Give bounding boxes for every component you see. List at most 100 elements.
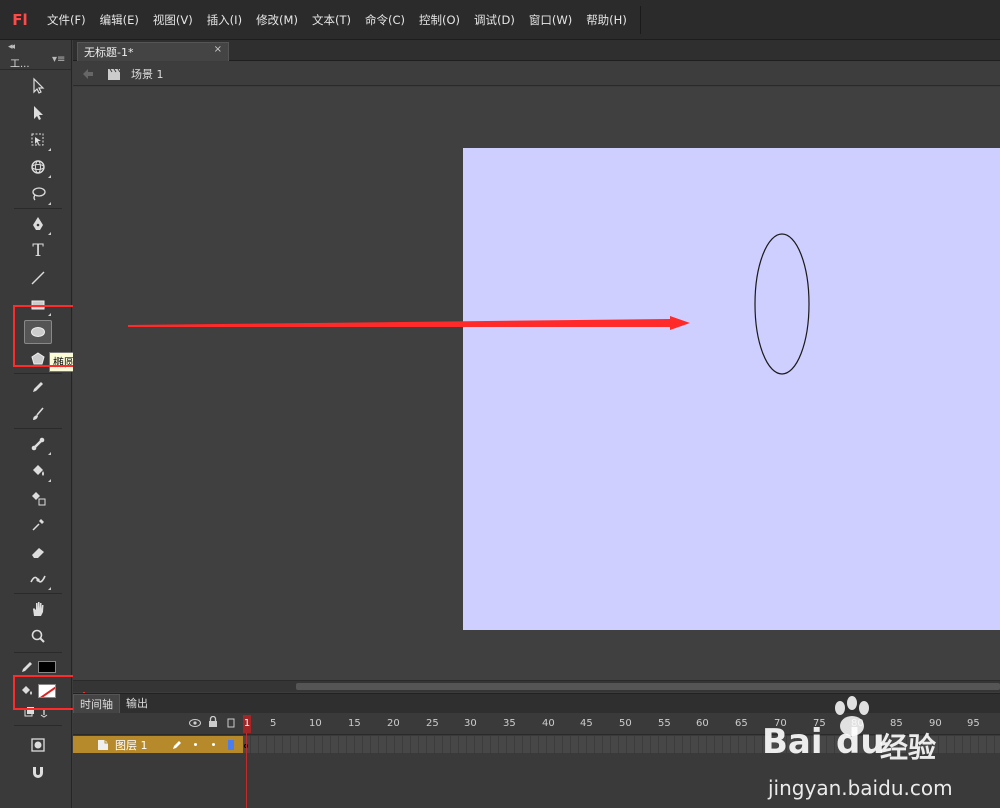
zoom-tool-icon[interactable] [24,624,52,648]
frame-number: 15 [348,718,361,729]
eyedropper-tool-icon[interactable] [24,513,52,537]
stroke-color-swatch[interactable] [38,661,56,673]
layer-outline-color[interactable] [227,739,234,750]
pencil-icon [172,740,181,749]
frame-number: 10 [309,718,322,729]
brush-tool-icon[interactable] [24,402,52,426]
text-tool-icon[interactable]: T [24,239,52,263]
back-arrow-icon[interactable] [81,67,95,81]
frame-number: 55 [658,718,671,729]
tool-separator [14,428,62,429]
rectangle-tool-icon[interactable] [24,293,52,317]
swap-colors-icon[interactable] [24,706,50,718]
subselection-tool-icon[interactable] [24,101,52,125]
close-tab-icon[interactable]: × [214,44,222,55]
collapse-panel-icon[interactable]: ◂◂ [8,42,15,52]
stage-horizontal-scrollbar[interactable] [73,680,1000,692]
stroke-color-icon[interactable] [20,660,34,674]
menu-edit[interactable]: 编辑(E) [93,0,146,40]
frame-number: 60 [696,718,709,729]
paint-bucket-tool-icon[interactable] [24,459,52,483]
menu-bar: Fl 文件(F) 编辑(E) 视图(V) 插入(I) 修改(M) 文本(T) 命… [0,0,1000,40]
visibility-dot[interactable] [193,743,197,746]
frame-number: 35 [503,718,516,729]
outline-icon[interactable] [227,718,235,728]
frame-number: 40 [542,718,555,729]
bone-tool-icon[interactable] [24,432,52,456]
tool-separator [14,208,62,209]
tools-panel: ◂◂ 工... ▾≡ T [0,40,72,808]
menu-debug[interactable]: 调试(D) [467,0,522,40]
fill-color-icon[interactable] [20,683,34,697]
menu-commands[interactable]: 命令(C) [358,0,412,40]
frame-number: 20 [387,718,400,729]
watermark-brand-2: du [836,722,885,762]
oval-tool-icon[interactable] [24,320,52,344]
3d-rotation-tool-icon[interactable] [24,155,52,179]
document-tab[interactable]: 无标题-1* × [77,42,229,61]
object-drawing-icon[interactable] [24,733,52,757]
menu-modify[interactable]: 修改(M) [249,0,305,40]
menu-separator [639,5,641,34]
menu-file[interactable]: 文件(F) [40,0,93,40]
menu-insert[interactable]: 插入(I) [200,0,249,40]
ink-bottle-tool-icon[interactable] [24,486,52,510]
watermark-service: 经验 [880,731,937,764]
scene-label[interactable]: 场景 1 [131,66,164,82]
tool-separator [14,593,62,594]
pen-tool-icon[interactable] [24,212,52,236]
playhead-frame[interactable]: 1 [243,715,251,733]
lasso-tool-icon[interactable] [24,182,52,206]
hand-tool-icon[interactable] [24,597,52,621]
menu-view[interactable]: 视图(V) [146,0,200,40]
stage-area[interactable] [73,87,1000,680]
document-tab-title: 无标题-1* [84,46,134,59]
watermark-url: jingyan.baidu.com [768,776,953,800]
line-tool-icon[interactable] [24,266,52,290]
pencil-tool-icon[interactable] [24,375,52,399]
free-transform-tool-icon[interactable] [24,128,52,152]
tools-panel-header: ◂◂ 工... ▾≡ [0,40,71,70]
eye-icon[interactable] [189,718,201,728]
width-tool-icon[interactable] [24,567,52,591]
menu-help[interactable]: 帮助(H) [579,0,634,40]
panel-menu-icon[interactable]: ▾≡ [52,54,65,65]
scene-clapper-icon [108,68,121,80]
stage-canvas[interactable] [463,148,1000,630]
frame-number: 45 [580,718,593,729]
drawn-oval[interactable] [754,233,810,375]
snap-to-objects-icon[interactable] [24,760,52,784]
tools-panel-title[interactable]: 工... [10,55,30,70]
app-logo: Fl [12,10,28,29]
lock-dot[interactable] [211,743,215,746]
layer-row[interactable]: 图层 1 [73,736,243,753]
document-tab-bar: 无标题-1* × [73,40,1000,61]
tab-timeline[interactable]: 时间轴 [73,694,120,714]
frame-number: 65 [735,718,748,729]
layer-name[interactable]: 图层 1 [115,737,148,753]
menu-text[interactable]: 文本(T) [305,0,358,40]
playhead-line [246,733,247,808]
text-tool-glyph: T [32,241,44,261]
eraser-tool-icon[interactable] [24,540,52,564]
tool-separator [14,373,62,374]
tool-separator [14,652,62,653]
playhead[interactable]: 1 [243,713,251,808]
frame-number: 50 [619,718,632,729]
tab-output[interactable]: 输出 [120,694,154,714]
stage-drawing [754,233,810,375]
scene-bar: 场景 1 [73,62,1000,86]
watermark-brand: Bai [762,722,823,762]
tool-separator [14,725,62,726]
menu-control[interactable]: 控制(O) [412,0,467,40]
layer-page-icon [98,739,108,750]
frame-number: 30 [464,718,477,729]
fill-color-swatch-none[interactable] [38,684,56,698]
lock-icon[interactable] [208,716,218,728]
polystar-tool-icon[interactable] [24,347,52,371]
scrollbar-thumb[interactable] [296,683,1000,690]
selection-tool-icon[interactable] [24,74,52,98]
menu-window[interactable]: 窗口(W) [522,0,579,40]
frame-number: 5 [270,718,277,729]
watermark: Bai du 经验 jingyan.baidu.com [762,696,992,806]
